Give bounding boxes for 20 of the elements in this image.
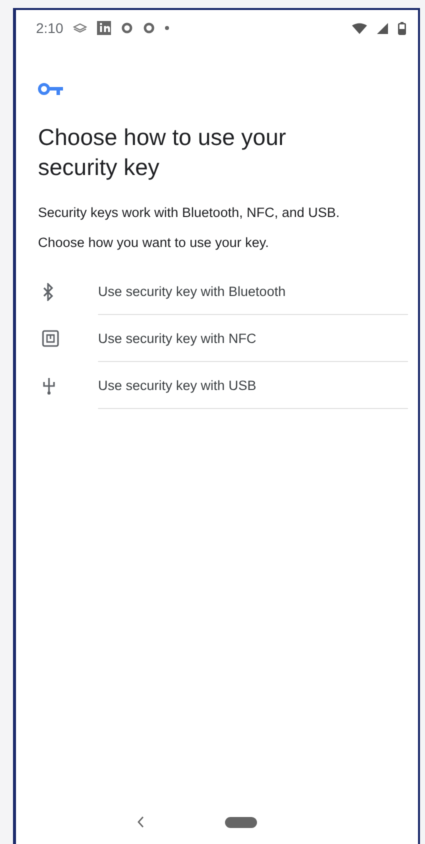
key-icon bbox=[38, 82, 64, 96]
back-icon bbox=[137, 816, 145, 828]
ring-icon bbox=[143, 22, 156, 34]
nfc-icon bbox=[42, 330, 59, 347]
usb-icon bbox=[42, 376, 56, 394]
option-item[interactable]: Use security key with NFC bbox=[98, 315, 408, 362]
dot-icon bbox=[165, 26, 170, 30]
page-title: Choose how to use your security key bbox=[38, 123, 288, 182]
option-item[interactable]: Use security key with USB bbox=[98, 362, 408, 409]
status-time: 2:10 bbox=[36, 20, 64, 36]
battery-icon bbox=[398, 22, 406, 34]
layers-icon bbox=[73, 23, 88, 33]
bluetooth-icon bbox=[42, 282, 54, 300]
home-handle-icon bbox=[225, 816, 257, 828]
ring-icon bbox=[121, 22, 134, 34]
signal-icon bbox=[377, 22, 388, 34]
description-text: Security keys work with Bluetooth, NFC, and USB. Choose how you want to use your key. bbox=[38, 204, 341, 252]
wifi-icon bbox=[352, 22, 367, 34]
option-item[interactable]: Use security key with Bluetooth bbox=[98, 268, 408, 315]
app-notification-icon bbox=[97, 21, 112, 35]
